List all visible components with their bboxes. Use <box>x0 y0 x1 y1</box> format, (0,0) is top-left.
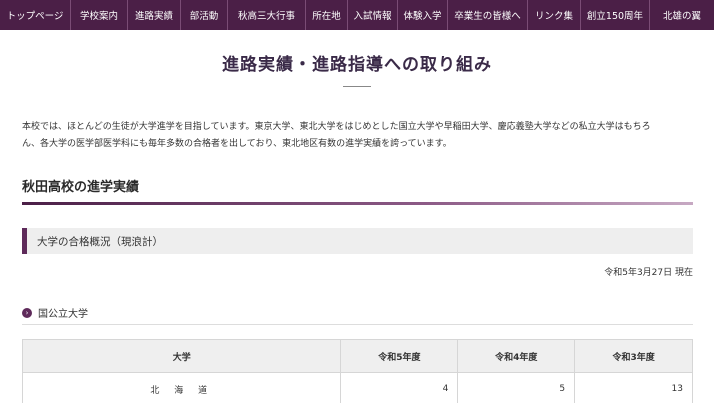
nav-item-150th-anniversary[interactable]: 創立150周年 <box>581 0 650 30</box>
nav-item-top[interactable]: トップページ <box>0 0 71 30</box>
sub-heading-text: 大学の合格概況（現浪計） <box>37 235 163 248</box>
intro-text: 本校では、ほとんどの生徒が大学進学を目指しています。東京大学、東北大学をはじめと… <box>22 119 694 153</box>
category-divider <box>22 324 693 325</box>
cell-university: 北 海 道 <box>21 372 342 403</box>
page-title: 進路実績・進路指導への取り組み <box>222 55 492 75</box>
table-row: 北 海 道 4 5 13 <box>21 372 693 403</box>
nav-item-admission-info[interactable]: 入試情報 <box>348 0 398 30</box>
column-header-r3: 令和3年度 <box>574 339 693 373</box>
section-heading: 秋田高校の進学実績 <box>22 180 140 195</box>
nav-item-location[interactable]: 所在地 <box>306 0 348 30</box>
column-header-r5: 令和5年度 <box>340 339 459 373</box>
nav-item-career-results[interactable]: 進路実績 <box>128 0 181 30</box>
nav-item-hokuyu-wings[interactable]: 北雄の翼 <box>650 0 714 30</box>
table-header-row: 大学 令和5年度 令和4年度 令和3年度 <box>21 339 693 373</box>
nav-item-three-events[interactable]: 秋高三大行事 <box>228 0 306 30</box>
column-header-university: 大学 <box>21 339 342 373</box>
intro-line: ん、各大学の医学部医学科にも毎年多数の合格者を出しており、東北地区有数の進学実績… <box>22 139 452 149</box>
main-nav: トップページ 学校案内 進路実績 部活動 秋高三大行事 所在地 入試情報 体験入… <box>0 0 714 30</box>
cell-r4: 5 <box>457 372 576 403</box>
sub-heading: 大学の合格概況（現浪計） <box>22 228 693 254</box>
results-table: 大学 令和5年度 令和4年度 令和3年度 北 海 道 4 5 13 <box>21 339 693 403</box>
as-of-date: 令和5年3月27日 現在 <box>604 268 693 278</box>
nav-item-open-school[interactable]: 体験入学 <box>398 0 448 30</box>
title-divider <box>343 86 371 87</box>
column-header-r4: 令和4年度 <box>457 339 576 373</box>
cell-r5: 4 <box>340 372 459 403</box>
section-divider <box>22 202 693 205</box>
nav-item-links[interactable]: リンク集 <box>528 0 581 30</box>
chevron-right-circle-icon: › <box>22 307 32 318</box>
nav-item-alumni[interactable]: 卒業生の皆様へ <box>448 0 528 30</box>
category-label: 国公立大学 <box>38 309 88 320</box>
nav-item-school-guide[interactable]: 学校案内 <box>71 0 128 30</box>
nav-item-club-activities[interactable]: 部活動 <box>181 0 228 30</box>
category-heading: › 国公立大学 <box>22 305 88 320</box>
intro-line: 本校では、ほとんどの生徒が大学進学を目指しています。東京大学、東北大学をはじめと… <box>22 122 651 132</box>
cell-r3: 13 <box>574 372 693 403</box>
